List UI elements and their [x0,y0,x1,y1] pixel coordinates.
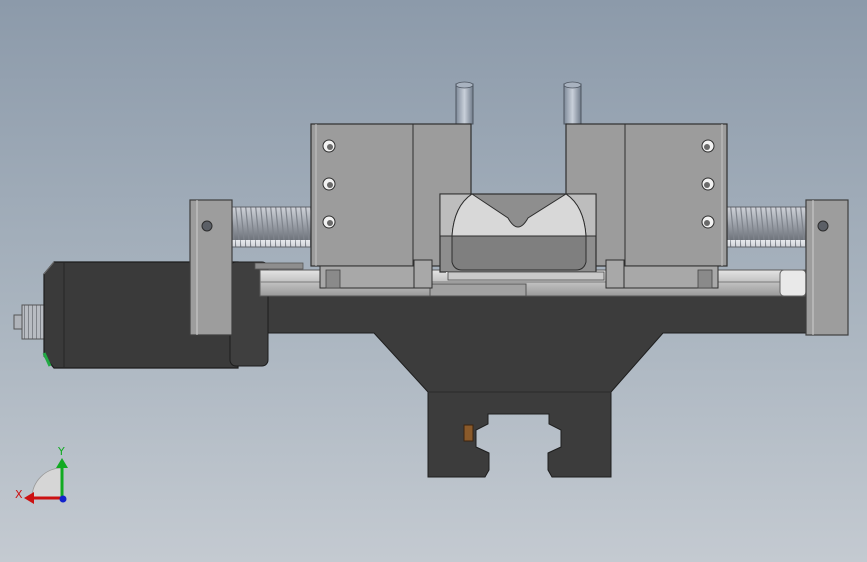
end-bracket-left [189,199,233,336]
linear-stage-model[interactable]: Y X [0,0,867,562]
y-axis-label: Y [57,445,65,458]
locating-pin-right [563,83,582,125]
cad-viewport[interactable]: Y X [0,0,867,562]
locating-pin-left [455,83,474,125]
rail-slot-insert [463,424,474,442]
x-axis-label: X [15,488,23,501]
ball-screw-right [723,206,811,248]
base-body [231,295,809,478]
v-block [439,193,605,281]
y-axis-arrowhead [56,458,68,468]
end-bracket-right [805,199,849,336]
triad-quadrant [31,467,63,499]
z-axis-indicator [59,495,67,503]
x-axis-arrowhead [24,492,34,504]
ball-screw-left [227,206,315,248]
axis-triad: Y X [15,445,68,504]
motor-shaft [21,304,45,340]
